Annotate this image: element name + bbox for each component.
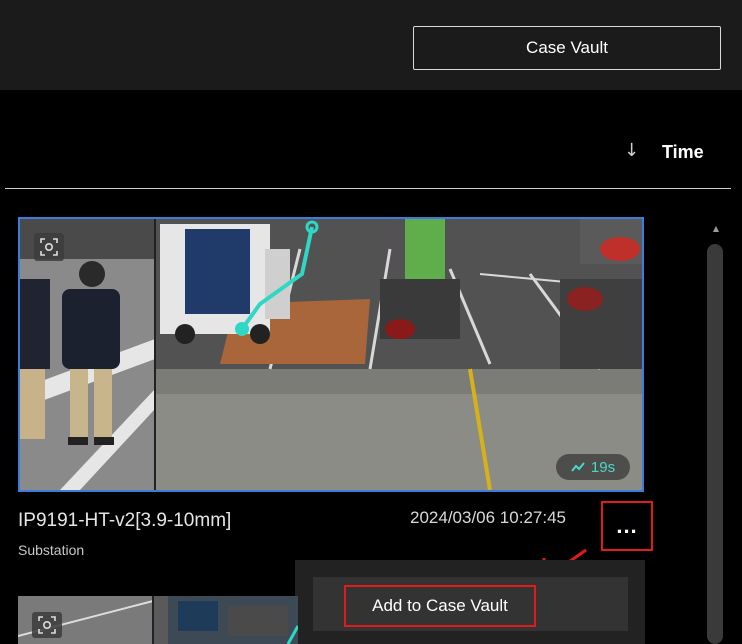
camera-location: Substation: [18, 542, 85, 558]
case-vault-button[interactable]: Case Vault: [413, 26, 721, 70]
add-to-case-vault-label[interactable]: Add to Case Vault: [344, 585, 536, 627]
camera-snapshot: [20, 219, 642, 490]
duration-badge: 19s: [556, 454, 630, 480]
focus-icon[interactable]: [34, 233, 64, 261]
arrow-down-icon[interactable]: ↓: [624, 140, 639, 161]
more-options-button[interactable]: ...: [601, 501, 653, 551]
scrollbar-thumb[interactable]: [707, 244, 723, 644]
top-bar: Case Vault: [0, 0, 742, 90]
event-timestamp: 2024/03/06 10:27:45: [410, 508, 566, 527]
focus-icon[interactable]: [32, 612, 62, 638]
camera-name: IP9191-HT-v2[3.9-10mm]: [18, 510, 232, 531]
result-thumbnail[interactable]: 19s: [18, 217, 644, 492]
trajectory-icon: [571, 462, 585, 472]
duration-text: 19s: [590, 458, 616, 476]
scroll-up-icon[interactable]: ▲: [710, 224, 722, 236]
result-thumbnail[interactable]: [18, 596, 298, 644]
header-divider: [5, 188, 731, 189]
sort-by-time-label[interactable]: Time: [662, 142, 704, 163]
scrollbar[interactable]: [707, 244, 723, 644]
